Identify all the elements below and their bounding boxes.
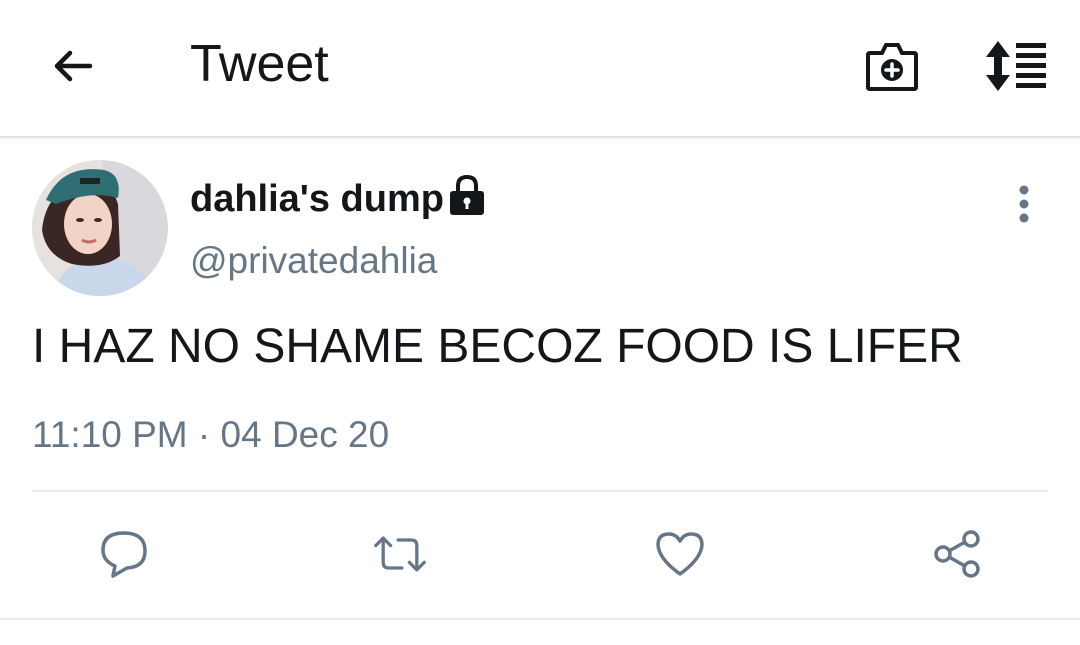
reply-button[interactable] xyxy=(96,526,152,582)
retweet-button[interactable] xyxy=(372,526,428,582)
divider xyxy=(32,490,1048,492)
display-name[interactable]: dahlia's dump xyxy=(190,176,444,222)
tweet-timestamp: 11:10 PM · 04 Dec 20 xyxy=(32,414,390,455)
sort-list-icon xyxy=(986,41,1046,91)
top-app-bar: Tweet xyxy=(0,0,1080,138)
more-vertical-icon xyxy=(1019,185,1029,223)
like-button[interactable] xyxy=(652,526,708,582)
camera-button[interactable] xyxy=(862,36,922,96)
user-handle[interactable]: @privatedahlia xyxy=(190,238,437,284)
back-button[interactable] xyxy=(44,38,100,94)
avatar[interactable] xyxy=(32,160,168,296)
share-icon xyxy=(934,530,980,578)
bottom-divider xyxy=(0,618,1080,620)
arrow-left-icon xyxy=(54,50,93,82)
sort-button[interactable] xyxy=(980,36,1050,96)
reply-icon xyxy=(101,531,147,578)
retweet-icon xyxy=(374,536,426,572)
lock-icon xyxy=(446,174,488,216)
more-options-button[interactable] xyxy=(1002,182,1046,226)
page-title: Tweet xyxy=(190,35,329,93)
camera-plus-icon xyxy=(866,43,918,91)
tweet-text: I HAZ NO SHAME BECOZ FOOD IS LIFER xyxy=(32,320,963,373)
heart-icon xyxy=(656,532,704,576)
profile-photo xyxy=(32,160,168,296)
share-button[interactable] xyxy=(930,526,986,582)
